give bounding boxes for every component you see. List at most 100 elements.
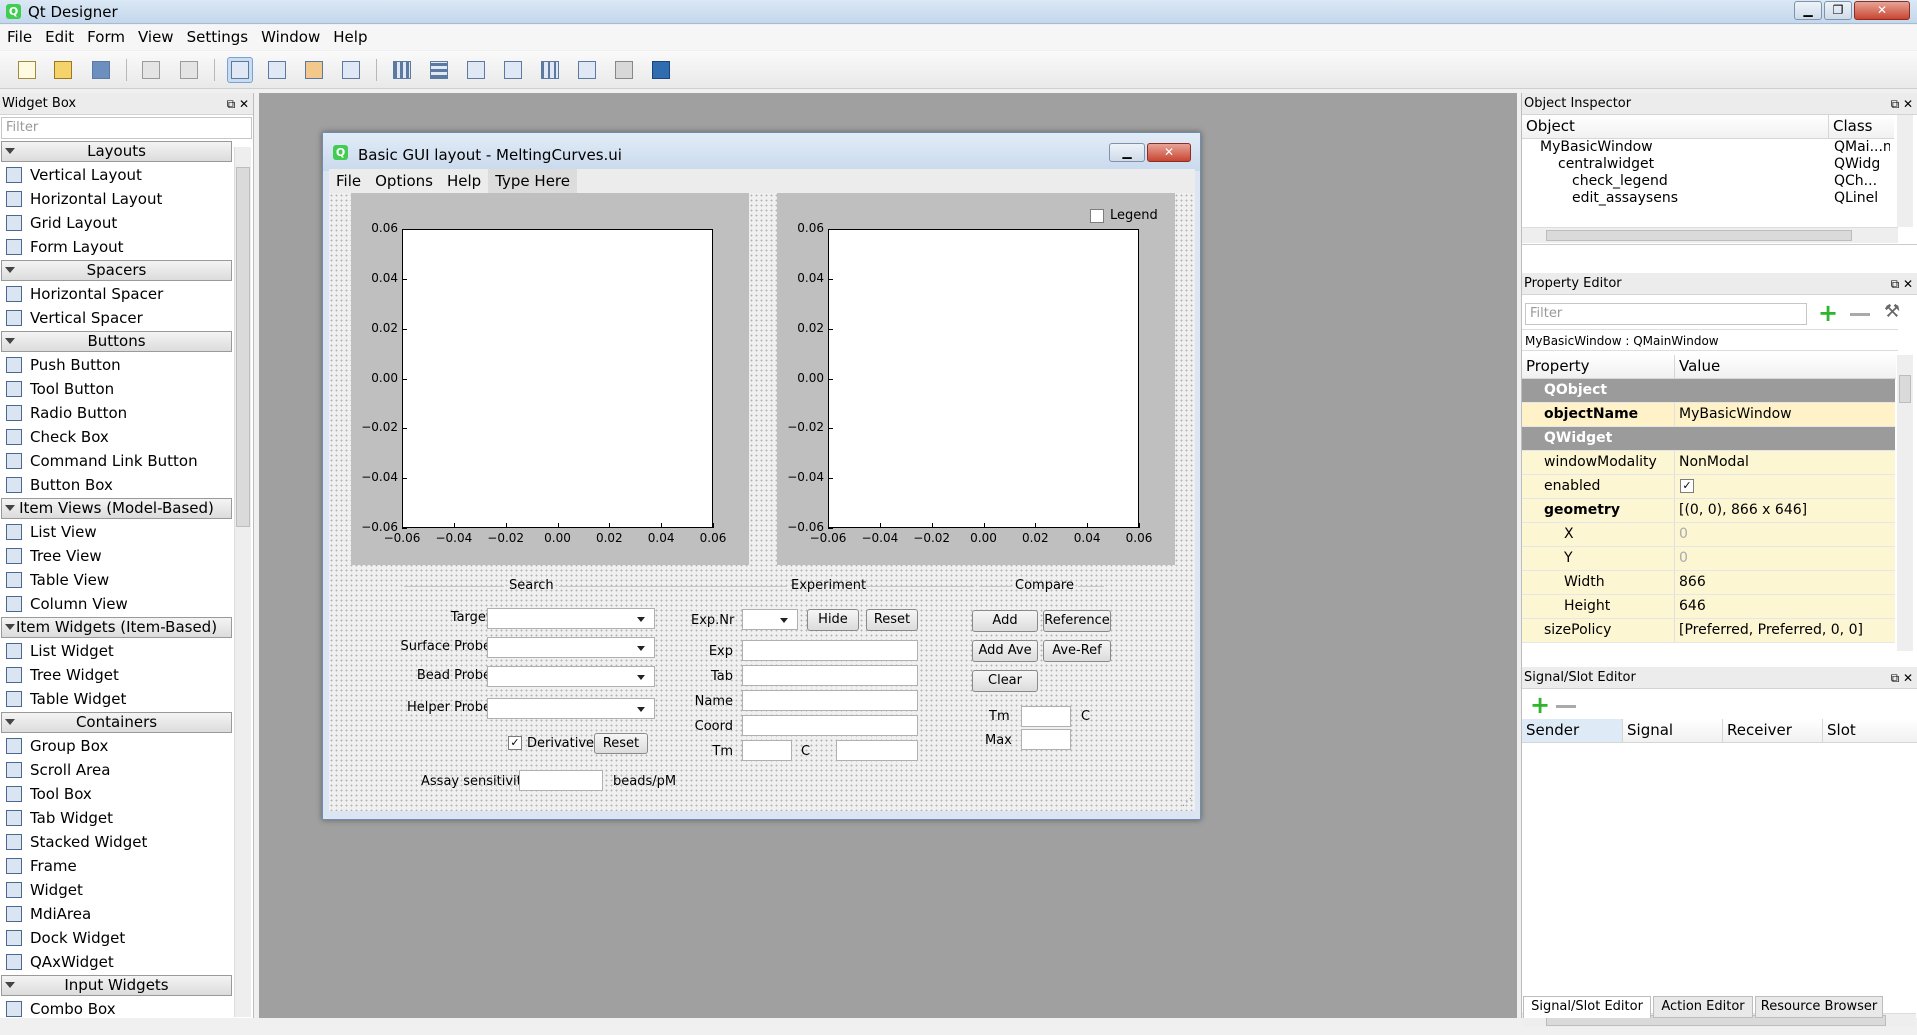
compare-tm-field[interactable] <box>1021 706 1071 727</box>
experiment-reset-button[interactable]: Reset <box>866 609 918 631</box>
save-form-icon[interactable] <box>88 57 114 83</box>
col-sender[interactable]: Sender <box>1522 719 1622 743</box>
widget-item[interactable]: Stacked Widget <box>0 830 232 854</box>
edit-buddies-icon[interactable] <box>301 57 327 83</box>
edit-signals-slots-icon[interactable] <box>264 57 290 83</box>
add-button[interactable]: Add <box>972 610 1038 632</box>
form-menu-file[interactable]: File <box>329 169 368 193</box>
col-slot[interactable]: Slot <box>1822 719 1917 743</box>
widget-category[interactable]: Spacers <box>1 260 232 281</box>
layout-grid-icon[interactable] <box>537 57 563 83</box>
property-value[interactable] <box>1674 475 1895 498</box>
property-value[interactable]: 866 <box>1674 571 1895 594</box>
form-menu-help[interactable]: Help <box>440 169 488 193</box>
col-receiver[interactable]: Receiver <box>1722 719 1822 743</box>
property-row[interactable]: X0 <box>1522 523 1895 547</box>
property-value[interactable]: 646 <box>1674 595 1895 618</box>
property-row[interactable]: Y0 <box>1522 547 1895 571</box>
widget-item[interactable]: Radio Button <box>0 401 232 425</box>
widget-category[interactable]: Input Widgets <box>1 975 232 996</box>
property-value[interactable]: [Preferred, Preferred, 0, 0] <box>1674 619 1895 642</box>
widget-item[interactable]: Table View <box>0 568 232 592</box>
new-form-icon[interactable] <box>14 57 40 83</box>
object-inspector-hscroll[interactable] <box>1522 227 1898 243</box>
surface-probe-combo[interactable] <box>487 637 655 658</box>
property-row[interactable]: Height 646 <box>1522 595 1895 619</box>
form-minimize-button[interactable]: ▁ <box>1109 143 1145 162</box>
object-tree-item[interactable]: check_legend <box>1572 173 1668 189</box>
exp-tm-field[interactable] <box>742 740 792 761</box>
tab-action-editor[interactable]: Action Editor <box>1653 996 1753 1018</box>
widget-item[interactable]: Column View <box>0 592 232 616</box>
widget-item[interactable]: Horizontal Layout <box>0 187 232 211</box>
property-filter[interactable]: Filter <box>1525 303 1807 325</box>
widget-item[interactable]: Grid Layout <box>0 211 232 235</box>
clear-button[interactable]: Clear <box>972 670 1038 692</box>
assay-sensitivity-field[interactable] <box>519 770 603 791</box>
paste-icon[interactable] <box>176 57 202 83</box>
widget-item[interactable]: List View <box>0 520 232 544</box>
bead-probe-combo[interactable] <box>487 666 655 687</box>
property-value[interactable]: MyBasicWindow <box>1674 403 1895 426</box>
object-tree-item[interactable]: centralwidget <box>1558 156 1654 172</box>
helper-probe-combo[interactable] <box>487 698 655 719</box>
minimize-button[interactable]: ▁ <box>1794 1 1822 20</box>
menu-help[interactable]: Help <box>326 25 373 50</box>
exp-c-field[interactable] <box>836 740 918 761</box>
widget-category[interactable]: Layouts <box>1 141 232 162</box>
widget-item[interactable]: Tool Button <box>0 377 232 401</box>
form-menu-type-here[interactable]: Type Here <box>488 169 577 193</box>
exp-nr-combo[interactable] <box>742 609 798 630</box>
layout-horizontal-splitter-icon[interactable] <box>463 57 489 83</box>
widget-item[interactable]: Tree Widget <box>0 663 232 687</box>
property-row[interactable]: sizePolicy [Preferred, Preferred, 0, 0] <box>1522 619 1895 643</box>
form-window[interactable]: Q Basic GUI layout - MeltingCurves.ui ▁ … <box>322 132 1201 820</box>
widget-item[interactable]: Scroll Area <box>0 758 232 782</box>
search-reset-button[interactable]: Reset <box>594 733 648 754</box>
target-combo[interactable] <box>487 608 655 629</box>
menu-view[interactable]: View <box>131 25 180 50</box>
property-row[interactable]: objectName MyBasicWindow <box>1522 403 1895 427</box>
close-button[interactable]: ✕ <box>1854 1 1910 20</box>
widget-item[interactable]: MdiArea <box>0 902 232 926</box>
hide-button[interactable]: Hide <box>807 609 859 631</box>
widget-item[interactable]: Vertical Spacer <box>0 306 232 330</box>
property-value[interactable]: [(0, 0), 866 x 646] <box>1674 499 1895 522</box>
derivative-checkbox[interactable]: ✓ <box>508 736 522 750</box>
object-tree-item[interactable]: edit_assaysens <box>1572 190 1678 206</box>
col-object[interactable]: Object <box>1522 115 1828 139</box>
widget-item[interactable]: Frame <box>0 854 232 878</box>
exp-field[interactable] <box>742 640 918 661</box>
cut-icon[interactable] <box>138 57 164 83</box>
add-property-icon[interactable]: + <box>1818 301 1838 325</box>
dock-float-close-icon[interactable]: ⧉ ✕ <box>227 93 249 115</box>
widget-item[interactable]: Widget <box>0 878 232 902</box>
object-tree-item[interactable]: MyBasicWindow <box>1540 139 1653 155</box>
resize-grip-icon[interactable]: ⋰ <box>1182 797 1192 808</box>
add-connection-icon[interactable]: + <box>1530 693 1550 717</box>
menu-edit[interactable]: Edit <box>38 25 80 50</box>
widget-category[interactable]: Containers <box>1 712 232 733</box>
maximize-button[interactable]: ❐ <box>1824 1 1852 20</box>
property-value[interactable]: 0 <box>1674 523 1895 546</box>
property-row[interactable]: Width 866 <box>1522 571 1895 595</box>
remove-property-icon[interactable] <box>1850 313 1870 316</box>
layout-form-icon[interactable] <box>574 57 600 83</box>
open-form-icon[interactable] <box>50 57 76 83</box>
property-row[interactable]: QWidget <box>1522 427 1895 451</box>
property-value[interactable]: NonModal <box>1674 451 1895 474</box>
property-row[interactable]: windowModality NonModal <box>1522 451 1895 475</box>
col-property[interactable]: Property <box>1522 355 1674 379</box>
configure-wrench-icon[interactable]: ⚒ <box>1884 301 1900 322</box>
menu-settings[interactable]: Settings <box>180 25 255 50</box>
widget-category[interactable]: Item Views (Model-Based) <box>1 498 232 519</box>
widget-item[interactable]: List Widget <box>0 639 232 663</box>
remove-connection-icon[interactable] <box>1556 705 1576 708</box>
object-inspector-dock-icon[interactable]: ⧉ ✕ <box>1891 93 1913 115</box>
property-editor-dock-icon[interactable]: ⧉ ✕ <box>1891 273 1913 295</box>
compare-max-field[interactable] <box>1021 729 1071 750</box>
tab-field[interactable] <box>742 665 918 686</box>
widget-item[interactable]: Vertical Layout <box>0 163 232 187</box>
widget-item[interactable]: Dock Widget <box>0 926 232 950</box>
add-ave-button[interactable]: Add Ave <box>972 640 1038 662</box>
